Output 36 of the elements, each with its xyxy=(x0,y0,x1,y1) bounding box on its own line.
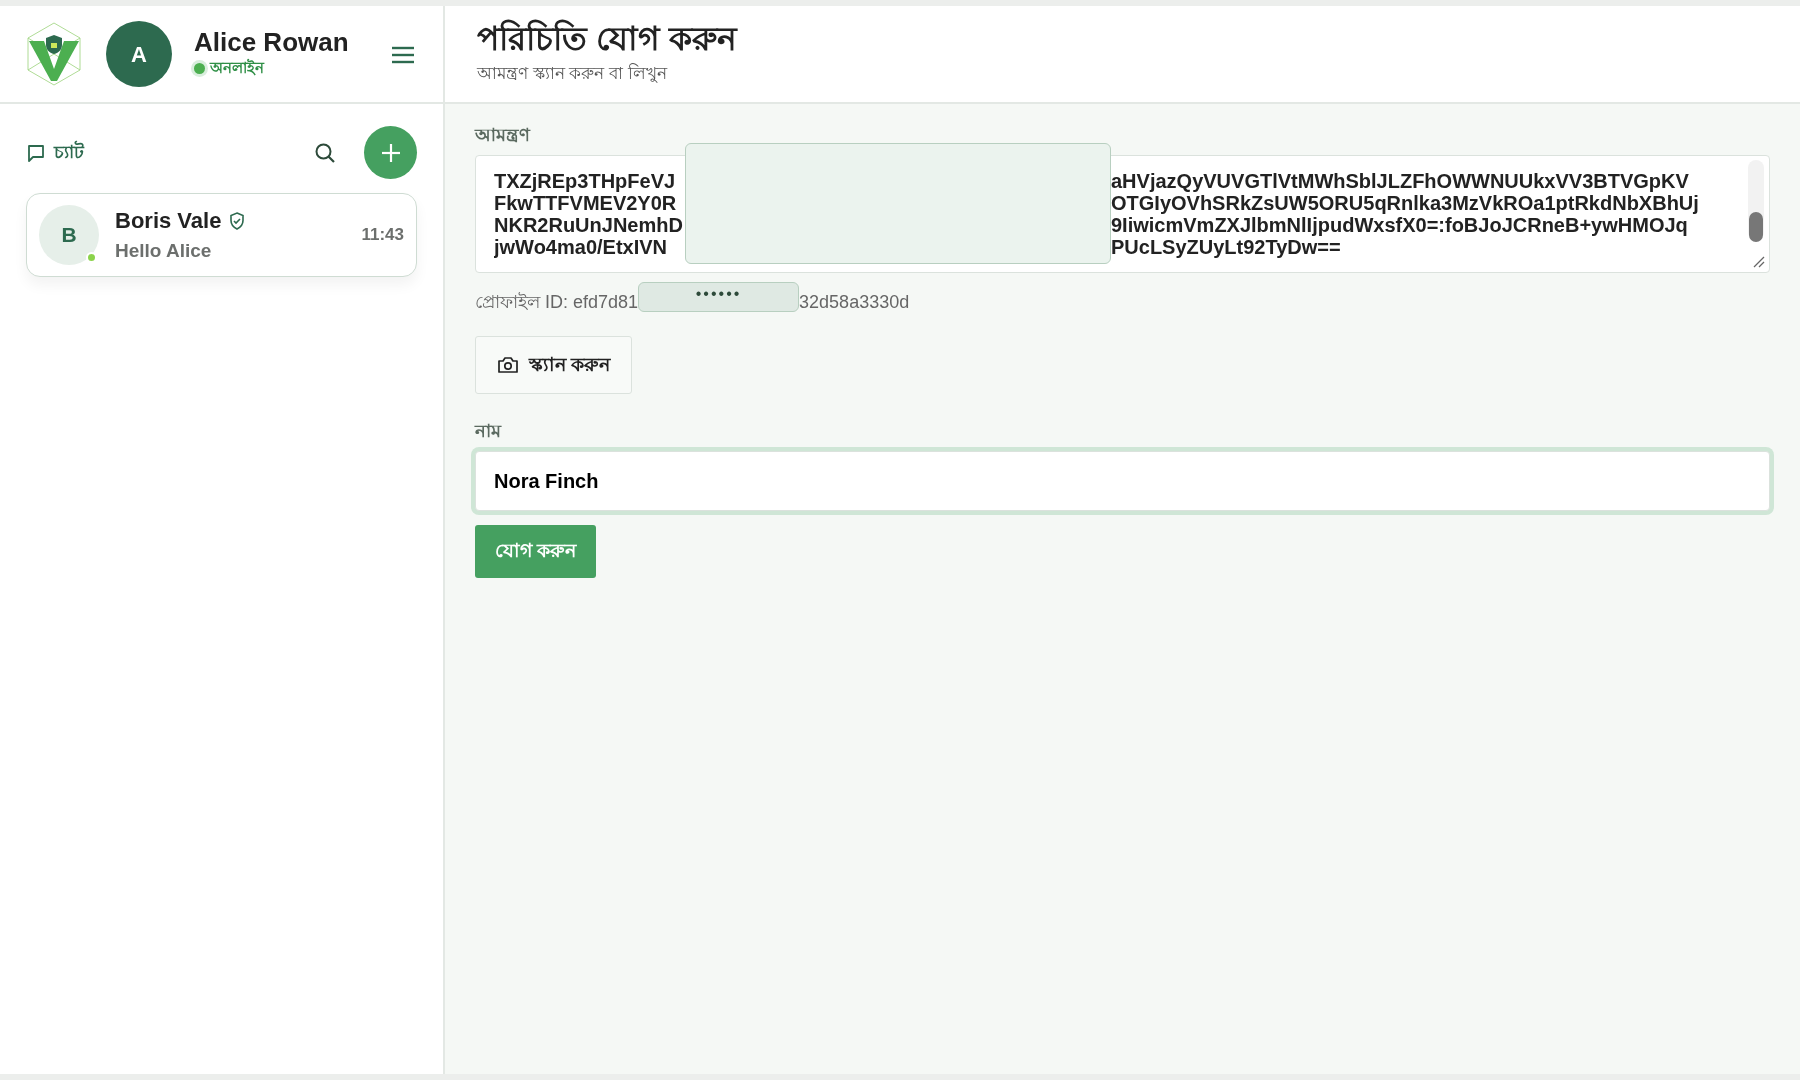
profile-id-text: 32d58a3330d xyxy=(799,291,910,314)
menu-icon xyxy=(391,44,415,65)
chat-item[interactable]: B Boris Vale Hello Alice 11:43 xyxy=(26,193,417,277)
invite-text: jwWo4ma0/EtxIVN xyxy=(494,236,669,258)
scrollbar-thumb[interactable] xyxy=(1749,212,1763,242)
scrollbar-track[interactable] xyxy=(1748,160,1764,240)
profile-id-text: প্রোফাইল ID: efd7d81 xyxy=(475,291,639,314)
scan-button[interactable]: স্ক্যান করুন xyxy=(475,336,633,394)
status-text: অনলাইন xyxy=(210,58,264,79)
field-label: নাম xyxy=(475,420,503,443)
invite-text: FkwTTFVMEV2Y0R xyxy=(494,192,678,214)
invite-text: OTGIyOVhSRkZsUW5ORU5qRnlka3MzVkROa1ptRkdNbXBhUj xyxy=(1111,192,1700,214)
invite-text: TXZjREp3THpFeVJ xyxy=(494,170,677,192)
invite-text: 9IiwicmVmZXJlbmNlIjpudWxsfX0=:foBJoJCRneB+ywHMOJq xyxy=(1111,214,1689,236)
contact-name: Boris Vale xyxy=(115,207,222,235)
new-chat-button[interactable] xyxy=(364,126,417,179)
name-input[interactable]: Nora Finch xyxy=(475,451,1770,511)
masked-id: •••••• xyxy=(638,281,800,312)
camera-icon xyxy=(497,356,519,374)
resize-grip-icon[interactable] xyxy=(1753,256,1765,268)
section-title: চ্যাট xyxy=(54,139,84,164)
invite-text: aHVjazQyVUVGTlVtMWhSblJLZFhOWWNUUkxVV3BTVGpKV xyxy=(1111,170,1690,192)
plus-icon xyxy=(379,141,402,164)
field-label: আমন্ত্রণ xyxy=(475,124,532,147)
page-title: পরিচিতি যোগ করুন xyxy=(477,18,739,59)
contact-avatar: B xyxy=(39,204,99,265)
message-preview: Hello Alice xyxy=(115,239,213,263)
user-name: Alice Rowan xyxy=(194,28,349,58)
search-icon xyxy=(314,142,336,165)
invite-text: NKR2RuUnJNemhD xyxy=(494,214,684,236)
invite-text: PUcLSyZUyLt92TyDw== xyxy=(1111,236,1342,258)
chat-icon xyxy=(26,142,46,163)
logo-icon xyxy=(24,21,84,87)
page-subtitle: আমন্ত্রণ স্ক্যান করুন বা লিখুন xyxy=(477,62,669,85)
user-avatar: A xyxy=(106,21,172,87)
message-time: 11:43 xyxy=(361,224,404,246)
